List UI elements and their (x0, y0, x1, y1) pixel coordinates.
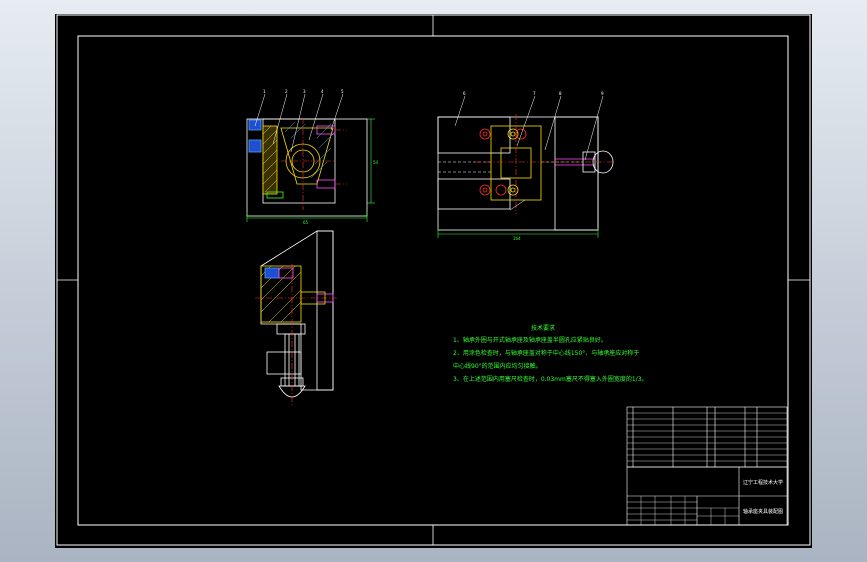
balloon: 6 (463, 91, 466, 96)
balloon: 3 (303, 89, 306, 94)
note-line: 2、用涂色检查时，与轴承座盖对称于中心线150°、与轴承座应对称于 (453, 349, 639, 357)
parts-list (626, 406, 788, 468)
notes-title: 技术要求 (531, 324, 555, 332)
balloon: 5 (341, 89, 344, 94)
note-line: 1、轴承外圈与开式轴承座及轴承座盖半圆孔应紧贴良好。 (453, 336, 607, 344)
dimension-width: 65 (303, 220, 309, 225)
school-name: 辽宁工程技术大学 (743, 479, 783, 486)
balloon: 8 (559, 91, 562, 96)
drawing-name: 轴承座夹具装配图 (743, 508, 783, 515)
balloon: 2 (285, 89, 288, 94)
balloon: 9 (601, 91, 604, 96)
balloon: 1 (263, 89, 266, 94)
balloon: 7 (533, 91, 536, 96)
dimension-width: 164 (513, 236, 521, 241)
front-view-balloons: 1 2 3 4 5 65 54 (263, 89, 379, 225)
cad-drawing-viewport[interactable]: 1 2 3 4 5 65 54 6 7 8 9 164 技术要求 1、轴承外圈与… (55, 14, 812, 548)
note-line: 中心线90°的范围内应均匀接触。 (453, 362, 542, 370)
front-view (246, 93, 375, 222)
top-view (437, 95, 615, 238)
centering-marks (57, 15, 810, 545)
drawing-frame (77, 35, 789, 526)
side-view (255, 230, 337, 406)
balloon: 4 (321, 89, 324, 94)
dimension-height: 54 (373, 160, 379, 165)
sheet-border (56, 14, 811, 546)
technical-notes: 技术要求 1、轴承外圈与开式轴承座及轴承座盖半圆孔应紧贴良好。 2、用涂色检查时… (453, 324, 648, 383)
note-line: 3、在上述范围内用塞尺检查时，0.03mm塞尺不得塞入外圈宽度的1/3。 (453, 375, 648, 383)
drawing-canvas: 1 2 3 4 5 65 54 6 7 8 9 164 技术要求 1、轴承外圈与… (56, 14, 811, 546)
title-block (626, 466, 788, 526)
